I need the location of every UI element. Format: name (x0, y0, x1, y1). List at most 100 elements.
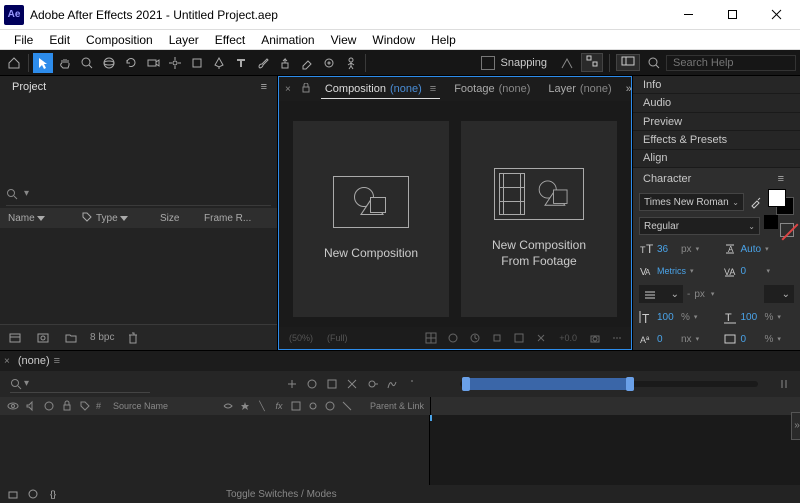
col-label[interactable] (82, 212, 92, 225)
brush-tool[interactable] (253, 53, 273, 73)
timeline-search[interactable]: ▾ (10, 375, 150, 393)
col-name[interactable]: Name (8, 213, 78, 224)
rotation-tool[interactable] (121, 53, 141, 73)
search-help-input[interactable] (673, 57, 789, 69)
tab-footage[interactable]: Footage(none) (450, 83, 534, 95)
stroke-swatch[interactable] (764, 215, 794, 237)
stroke-style-dropdown[interactable]: ⌄ (764, 285, 794, 303)
project-tab[interactable]: Project (4, 76, 54, 98)
new-composition-card[interactable]: New Composition (293, 121, 449, 317)
tl-motionblur-icon[interactable] (364, 376, 380, 392)
comp-tabs-overflow[interactable]: » (626, 83, 632, 95)
overflow-icon[interactable] (609, 330, 625, 346)
hand-tool[interactable] (55, 53, 75, 73)
panel-info[interactable]: Info (633, 76, 800, 94)
font-family-dropdown[interactable]: Times New Roman⌄ (639, 193, 744, 211)
col-label-icon[interactable] (78, 399, 92, 413)
puppet-tool[interactable] (341, 53, 361, 73)
tab-layer[interactable]: Layer(none) (544, 83, 615, 95)
character-panel-menu[interactable]: ≡ (772, 173, 790, 185)
menu-help[interactable]: Help (423, 33, 464, 47)
grid-icon[interactable] (423, 330, 439, 346)
comp-tab-lock-icon[interactable] (301, 83, 311, 96)
snapshot-icon[interactable] (489, 330, 505, 346)
reset-exposure-icon[interactable] (533, 330, 549, 346)
exposure-value[interactable]: +0.0 (555, 333, 581, 343)
col-switch-fx-icon[interactable]: fx (272, 399, 286, 413)
snapping-checkbox[interactable] (481, 56, 495, 70)
project-panel-menu[interactable]: ≡ (255, 81, 273, 93)
mask-icon[interactable] (445, 330, 461, 346)
col-switch-adj-icon[interactable] (306, 399, 320, 413)
baseline-shift-field[interactable]: Aª 0nx▾ (633, 328, 717, 350)
col-switch-star-icon[interactable] (238, 399, 252, 413)
window-maximize-button[interactable] (710, 0, 754, 29)
col-switch-3d-icon[interactable] (323, 399, 337, 413)
menu-layer[interactable]: Layer (161, 33, 207, 47)
horizontal-scale-field[interactable]: T 100%▾ (717, 306, 800, 328)
timeline-navigator[interactable] (460, 381, 758, 387)
snap-option-2[interactable] (581, 53, 603, 72)
timeline-tracks-area[interactable] (430, 415, 800, 485)
col-audio-icon[interactable] (24, 399, 38, 413)
tl-graph-icon[interactable] (384, 376, 400, 392)
camera-snapshot-icon[interactable] (587, 330, 603, 346)
col-framerate[interactable]: Frame R... (204, 213, 269, 224)
comp-tab-close[interactable]: × (285, 84, 291, 95)
panel-align[interactable]: Align (633, 150, 800, 168)
col-solo-icon[interactable] (42, 399, 56, 413)
window-minimize-button[interactable] (666, 0, 710, 29)
toggle-switches-modes[interactable]: Toggle Switches / Modes (226, 489, 337, 500)
timeline-layers-area[interactable] (0, 415, 430, 485)
col-type[interactable]: Type (96, 213, 156, 224)
new-folder-icon[interactable] (62, 329, 80, 347)
new-composition-from-footage-card[interactable]: New Composition From Footage (461, 121, 617, 317)
window-close-button[interactable] (754, 0, 798, 29)
col-switch-slash-icon[interactable]: ╲ (255, 399, 269, 413)
tl-comp-marker-icon[interactable] (284, 376, 300, 392)
comp-resolution[interactable]: (Full) (323, 333, 352, 343)
menu-edit[interactable]: Edit (41, 33, 78, 47)
shape-tool[interactable] (187, 53, 207, 73)
tl-footer-brackets-icon[interactable]: {} (46, 487, 60, 501)
font-style-dropdown[interactable]: Regular⌄ (639, 217, 760, 235)
col-lock-icon[interactable] (60, 399, 74, 413)
tl-brainstorm-icon[interactable] (404, 376, 420, 392)
menu-effect[interactable]: Effect (207, 33, 253, 47)
clone-stamp-tool[interactable] (275, 53, 295, 73)
time-icon[interactable] (467, 330, 483, 346)
tab-composition[interactable]: Composition(none) ≡ (321, 83, 440, 99)
tl-frameblend-icon[interactable] (344, 376, 360, 392)
panel-audio[interactable]: Audio (633, 94, 800, 112)
workspace-button[interactable] (616, 54, 640, 71)
type-tool[interactable] (231, 53, 251, 73)
col-switch-shy-icon[interactable] (221, 399, 235, 413)
tl-footer-render-icon[interactable] (26, 487, 40, 501)
menu-file[interactable]: File (6, 33, 41, 47)
zoom-tool[interactable] (77, 53, 97, 73)
eraser-tool[interactable] (297, 53, 317, 73)
menu-animation[interactable]: Animation (253, 33, 322, 47)
col-size[interactable]: Size (160, 213, 200, 224)
tsume-field[interactable]: 0%▾ (717, 328, 800, 350)
menu-view[interactable]: View (323, 33, 365, 47)
pen-tool[interactable] (209, 53, 229, 73)
home-button[interactable] (4, 53, 24, 73)
panel-grip-icon[interactable] (791, 412, 800, 440)
col-switch-misc-icon[interactable] (340, 399, 354, 413)
panel-effects-presets[interactable]: Effects & Presets (633, 131, 800, 149)
menu-composition[interactable]: Composition (78, 33, 161, 47)
interpret-footage-icon[interactable] (6, 329, 24, 347)
fill-stroke-swatch[interactable] (768, 189, 794, 215)
camera-tool[interactable] (143, 53, 163, 73)
tl-zoom-in-icon[interactable] (778, 378, 790, 390)
panel-preview[interactable]: Preview (633, 113, 800, 131)
col-source-name[interactable]: Source Name (113, 401, 168, 411)
timeline-tab-none[interactable]: (none)≡ (10, 355, 68, 367)
project-items-area[interactable] (0, 228, 277, 324)
pan-behind-tool[interactable] (165, 53, 185, 73)
snap-option-1[interactable] (557, 53, 577, 73)
kerning-field[interactable]: VA Metrics▾ (633, 260, 717, 282)
stroke-align-dropdown[interactable]: ⌄ (639, 285, 683, 303)
tracking-field[interactable]: VA 0▾ (717, 260, 800, 282)
